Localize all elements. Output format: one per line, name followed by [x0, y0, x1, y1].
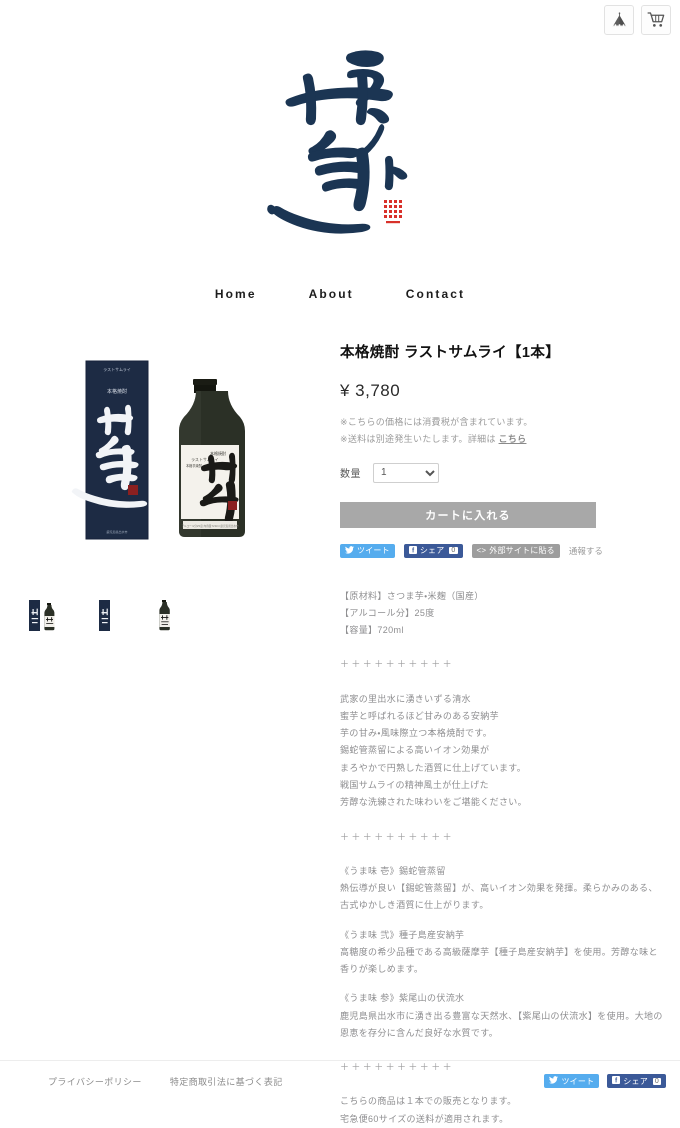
footer-links: プライバシーポリシー 特定商取引法に基づく表記 [48, 1075, 283, 1088]
product-gallery: ラストサムライ 本格焼酎 鹿児島県出水市 本格焼酎 ラストサムライ 本格芋焼酎 … [0, 329, 340, 1128]
code-brackets-icon: <> [476, 546, 487, 556]
embed-external-button[interactable]: <> 外部サイトに貼る [471, 543, 560, 558]
shipping-note-2: 宅急便60サイズの送料が適用されます。 [340, 1113, 509, 1124]
shop-tent-button[interactable] [604, 5, 634, 35]
umami-1-text: 熱伝導が良い【錫蛇管蒸留】が、高いイオン効果を発揮。柔らかみのある、古式ゆかしき… [340, 883, 658, 911]
facebook-share-label: シェア [419, 546, 445, 556]
main-navigation: Home About Contact [0, 287, 680, 301]
embed-external-label: 外部サイトに貼る [489, 546, 555, 556]
svg-text:本格焼酎: 本格焼酎 [210, 450, 226, 456]
facebook-share-button[interactable]: シェア 0 [403, 543, 463, 558]
thumbnail-1[interactable] [28, 596, 61, 634]
spec-ingredients: 【原材料】さつま芋・米麹（国産） [340, 590, 484, 601]
desc-line-1: 武家の里出水に湧きいずる清水 [340, 693, 471, 704]
nav-item-about[interactable]: About [309, 287, 354, 301]
product-price: ¥ 3,780 [340, 381, 401, 401]
product-description: 【原材料】さつま芋・米麹（国産） 【アルコール分】25度 【容量】720ml ＋… [340, 588, 664, 1128]
footer-twitter-share-label: ツイート [561, 1076, 595, 1086]
umami-2-title: 《うま味 弐》種子島産安納芋 [340, 929, 465, 940]
svg-text:アルコール分25度 内容量720ml 鹿児島県出水市: アルコール分25度 内容量720ml 鹿児島県出水市 [181, 524, 239, 528]
footer-twitter-share-button[interactable]: ツイート [544, 1074, 600, 1088]
quantity-label: 数量 [340, 469, 361, 481]
svg-text:ラストサムライ: ラストサムライ [191, 456, 219, 462]
divider-plus-1: ＋＋＋＋＋＋＋＋＋＋ [340, 659, 455, 670]
page-footer: プライバシーポリシー 特定商取引法に基づく表記 ツイート シェア 0 [0, 1060, 680, 1101]
desc-line-5: まろやかで円熟した酒質に仕上げています。 [340, 762, 527, 773]
shipping-detail-link[interactable]: こちら [499, 434, 527, 444]
thumbnail-3[interactable] [148, 596, 181, 634]
cart-button[interactable] [641, 5, 671, 35]
header-icon-group [604, 5, 671, 35]
footer-link-privacy-policy[interactable]: プライバシーポリシー [48, 1075, 142, 1088]
twitter-share-button[interactable]: ツイート [340, 543, 395, 558]
nav-item-home[interactable]: Home [215, 287, 257, 301]
add-to-cart-button[interactable]: カートに入れる [340, 501, 596, 528]
seal-stamp [384, 200, 402, 224]
spec-alcohol: 【アルコール分】25度 [340, 607, 435, 618]
umami-3-title: 《うま味 参》紫尾山の伏流水 [340, 993, 465, 1004]
shopping-cart-icon [647, 11, 665, 29]
footer-share-row: ツイート シェア 0 [544, 1074, 666, 1088]
report-link[interactable]: 通報する [569, 545, 603, 557]
site-logo[interactable] [0, 0, 680, 235]
nav-item-contact[interactable]: Contact [406, 287, 465, 301]
footer-facebook-share-button[interactable]: シェア 0 [607, 1074, 666, 1088]
tent-shop-icon [611, 11, 628, 29]
brand-calligraphy-logo [267, 50, 408, 234]
product-title: 本格焼酎 ラストサムライ【1本】 [340, 345, 561, 361]
share-button-row: ツイート シェア 0 <> 外部サイトに貼る 通報する [340, 543, 664, 558]
footer-facebook-share-count: 0 [652, 1077, 661, 1085]
footer-link-commerce-law[interactable]: 特定商取引法に基づく表記 [170, 1075, 283, 1088]
umami-1-title: 《うま味 壱》錫蛇管蒸留 [340, 865, 446, 876]
tax-note-line-2: ※送料は別途発生いたします。詳細は こちら [340, 431, 664, 448]
twitter-icon [549, 1076, 559, 1086]
desc-line-4: 錫蛇管蒸留による高いイオン効果が [340, 745, 490, 756]
umami-2-text: 高糖度の希少品種である高級薩摩芋【種子島産安納芋】を使用。芳醇な味と香りが楽しめ… [340, 946, 658, 975]
spec-volume: 【容量】720ml [340, 625, 404, 636]
product-info: 本格焼酎 ラストサムライ【1本】 ¥ 3,780 ※こちらの価格には消費税が含ま… [340, 329, 680, 1128]
thumbnail-strip [8, 596, 340, 634]
svg-text:ラストサムライ: ラストサムライ [103, 366, 131, 372]
divider-plus-2: ＋＋＋＋＋＋＋＋＋＋ [340, 831, 455, 842]
desc-line-3: 芋の甘み・風味際立つ本格焼酎です。 [340, 728, 493, 739]
svg-text:本格焼酎: 本格焼酎 [107, 388, 127, 395]
facebook-share-count: 0 [449, 547, 458, 555]
twitter-icon [345, 545, 354, 556]
thumbnail-2[interactable] [88, 596, 121, 634]
tax-note-line-1: ※こちらの価格には消費税が含まれています。 [340, 417, 533, 428]
svg-text:本格芋焼酎: 本格芋焼酎 [186, 463, 203, 468]
facebook-icon [612, 1076, 621, 1086]
facebook-icon [408, 545, 417, 556]
desc-line-6: 戦国サムライの精神風土が仕上げた [340, 779, 489, 790]
footer-facebook-share-label: シェア [623, 1076, 648, 1086]
quantity-select[interactable]: 1 [373, 462, 439, 483]
quantity-row: 数量 1 [340, 462, 664, 483]
product-main-image[interactable]: ラストサムライ 本格焼酎 鹿児島県出水市 本格焼酎 ラストサムライ 本格芋焼酎 … [26, 341, 322, 556]
svg-text:鹿児島県出水市: 鹿児島県出水市 [106, 529, 127, 534]
shipping-note-text: ※送料は別途発生いたします。詳細は [340, 433, 499, 444]
desc-line-7: 芳醇な洗練された味わいをご堪能ください。 [340, 797, 528, 808]
twitter-share-label: ツイート [357, 546, 390, 556]
product-section: ラストサムライ 本格焼酎 鹿児島県出水市 本格焼酎 ラストサムライ 本格芋焼酎 … [0, 329, 680, 1128]
umami-3-text: 鹿児島県出水市に湧き出る豊富な天然水、【紫尾山の伏流水】を使用。大地の恩恵を存分… [340, 1010, 663, 1038]
desc-line-2: 蜜芋と呼ばれるほど甘みのある安納芋 [340, 710, 499, 721]
tax-notes: ※こちらの価格には消費税が含まれています。 ※送料は別途発生いたします。詳細は … [340, 414, 664, 447]
